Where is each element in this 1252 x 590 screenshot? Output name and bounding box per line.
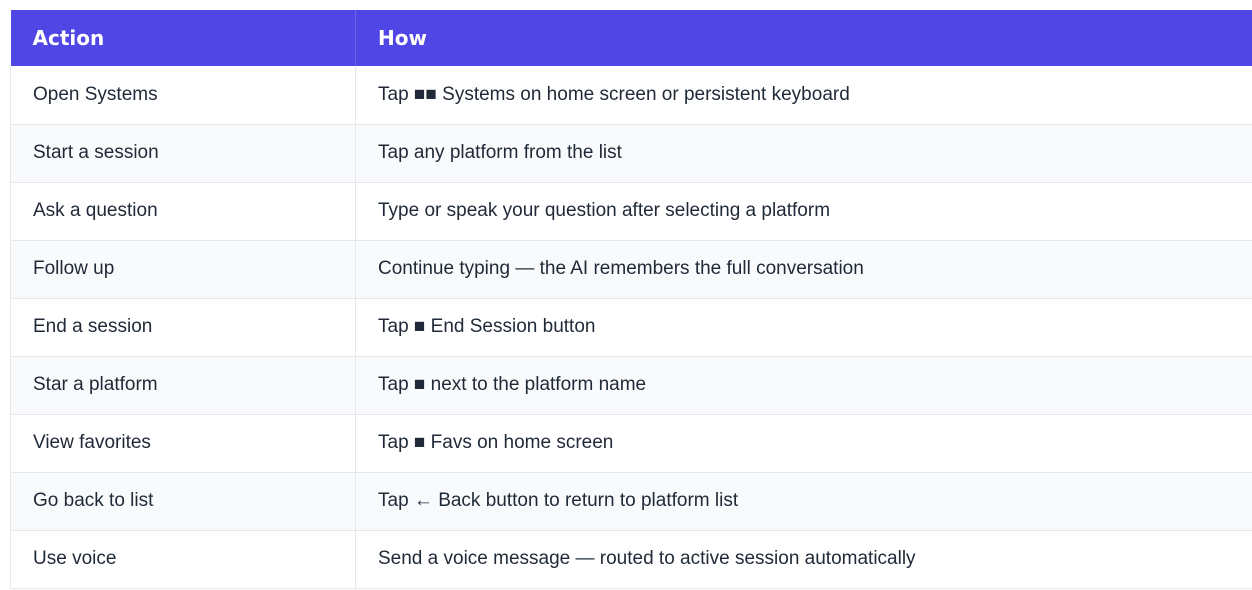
action-cell: Open Systems: [10, 66, 356, 125]
action-cell: Follow up: [10, 240, 356, 299]
action-cell: Start a session: [10, 124, 356, 183]
table-row: View favorites Tap ■ Favs on home screen: [10, 414, 1252, 473]
how-cell: Tap ■ End Session button: [355, 298, 1252, 357]
action-cell: Star a platform: [10, 356, 356, 415]
table-row: Ask a question Type or speak your questi…: [10, 182, 1252, 241]
how-cell: Type or speak your question after select…: [355, 182, 1252, 241]
how-cell: Tap ■ next to the platform name: [355, 356, 1252, 415]
header-action: Action: [10, 10, 356, 66]
instructions-table: Action How Open Systems Tap ■■ Systems o…: [10, 10, 1252, 589]
table-row: Start a session Tap any platform from th…: [10, 124, 1252, 183]
how-cell: Continue typing — the AI remembers the f…: [355, 240, 1252, 299]
how-cell: Tap ← Back button to return to platform …: [355, 472, 1252, 531]
table-body: Open Systems Tap ■■ Systems on home scre…: [10, 66, 1252, 589]
table-header: Action How: [10, 10, 1252, 66]
header-how: How: [355, 10, 1252, 66]
how-cell: Tap ■■ Systems on home screen or persist…: [355, 66, 1252, 125]
action-cell: Go back to list: [10, 472, 356, 531]
table-row: Open Systems Tap ■■ Systems on home scre…: [10, 66, 1252, 125]
table-row: Go back to list Tap ← Back button to ret…: [10, 472, 1252, 531]
action-cell: Use voice: [10, 530, 356, 589]
table-row: End a session Tap ■ End Session button: [10, 298, 1252, 357]
how-cell: Tap ■ Favs on home screen: [355, 414, 1252, 473]
table-row: Star a platform Tap ■ next to the platfo…: [10, 356, 1252, 415]
table-row: Use voice Send a voice message — routed …: [10, 530, 1252, 589]
header-row: Action How: [10, 10, 1252, 66]
action-cell: Ask a question: [10, 182, 356, 241]
how-cell: Send a voice message — routed to active …: [355, 530, 1252, 589]
instructions-table-container: Action How Open Systems Tap ■■ Systems o…: [10, 10, 1252, 590]
action-cell: End a session: [10, 298, 356, 357]
table-row: Follow up Continue typing — the AI remem…: [10, 240, 1252, 299]
action-cell: View favorites: [10, 414, 356, 473]
how-cell: Tap any platform from the list: [355, 124, 1252, 183]
